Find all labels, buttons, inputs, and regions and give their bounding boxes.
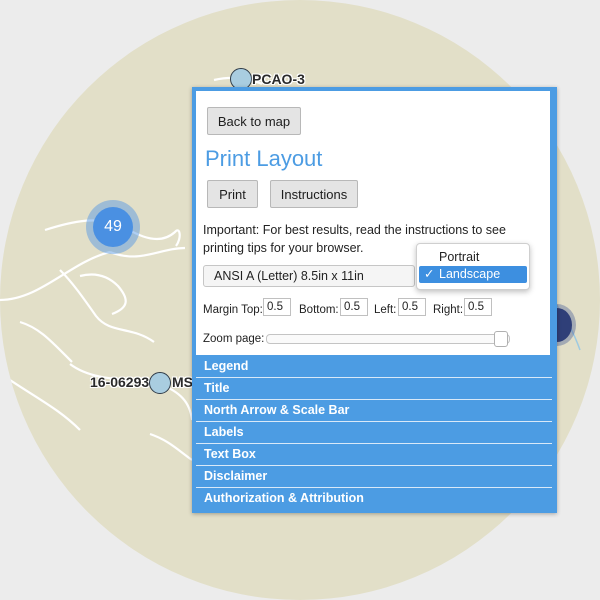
- notice-strong: Important:: [203, 223, 260, 237]
- print-settings: Back to map Print Layout Print Instructi…: [196, 91, 550, 355]
- section-authorization-attribution[interactable]: Authorization & Attribution: [196, 488, 552, 509]
- section-north-arrow-scale-bar[interactable]: North Arrow & Scale Bar: [196, 400, 552, 422]
- instructions-button[interactable]: Instructions: [270, 180, 358, 208]
- zoom-page-label: Zoom page:: [203, 333, 265, 345]
- checkmark-icon: ✓: [424, 267, 435, 281]
- cluster-marker[interactable]: 49: [86, 200, 140, 254]
- print-sections-list: Legend Title North Arrow & Scale Bar Lab…: [196, 356, 552, 509]
- page-title: Print Layout: [205, 146, 323, 171]
- section-legend[interactable]: Legend: [196, 356, 552, 378]
- orientation-option-label: Landscape: [439, 267, 501, 281]
- section-text-box[interactable]: Text Box: [196, 444, 552, 466]
- orientation-option-landscape[interactable]: ✓ Landscape: [419, 266, 527, 283]
- margin-left-label: Left:: [374, 304, 397, 316]
- margin-right-input[interactable]: [464, 298, 492, 316]
- orientation-option-portrait[interactable]: Portrait: [419, 249, 527, 266]
- back-to-map-button[interactable]: Back to map: [207, 107, 301, 135]
- print-button[interactable]: Print: [207, 180, 258, 208]
- print-layout-panel: Back to map Print Layout Print Instructi…: [192, 87, 557, 513]
- site-marker-ms[interactable]: [149, 372, 171, 394]
- site-label-ms-suffix: MS: [172, 374, 193, 390]
- section-title[interactable]: Title: [196, 378, 552, 400]
- zoom-slider-handle[interactable]: [493, 331, 508, 347]
- margin-bottom-input[interactable]: [340, 298, 368, 316]
- site-label-ms: 16-06293: [90, 374, 150, 390]
- orientation-dropdown[interactable]: Portrait ✓ Landscape: [416, 243, 530, 290]
- paper-size-select[interactable]: ANSI A (Letter) 8.5in x 11in: [203, 265, 415, 287]
- margin-left-input[interactable]: [398, 298, 426, 316]
- site-label-pcao3: PCAO-3: [252, 71, 305, 87]
- section-labels[interactable]: Labels: [196, 422, 552, 444]
- zoom-slider-track[interactable]: [266, 334, 510, 344]
- cluster-count: 49: [93, 207, 133, 247]
- section-disclaimer[interactable]: Disclaimer: [196, 466, 552, 488]
- margin-bottom-label: Bottom:: [299, 304, 339, 316]
- margin-top-input[interactable]: [263, 298, 291, 316]
- margin-right-label: Right:: [433, 304, 464, 316]
- margin-top-label: Margin Top:: [203, 304, 263, 316]
